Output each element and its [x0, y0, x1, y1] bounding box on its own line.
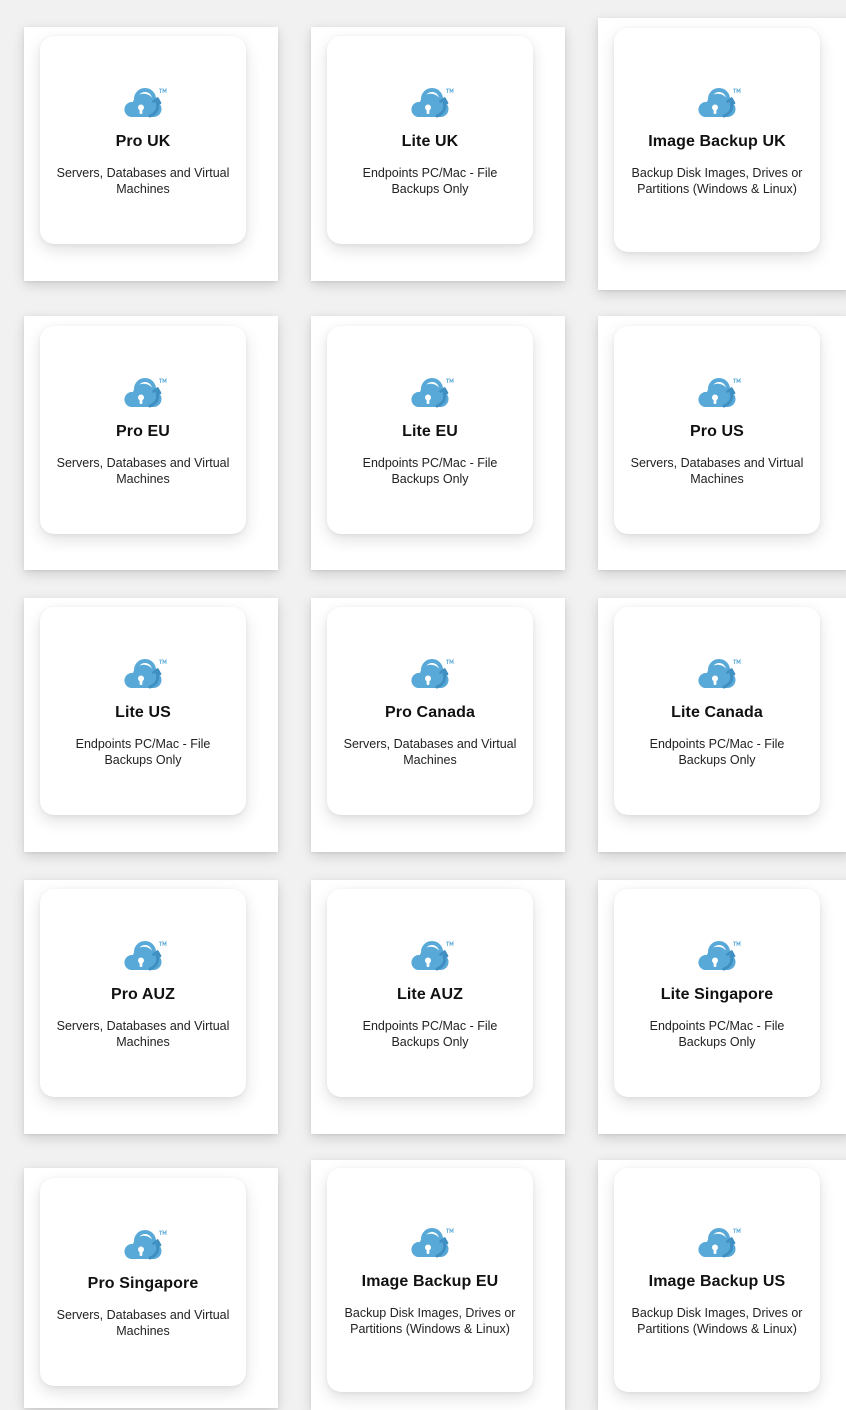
plan-description: Endpoints PC/Mac - File Backups Only	[75, 737, 211, 767]
cloud-lock-icon	[124, 658, 167, 689]
cloud-lock-icon	[124, 1229, 167, 1260]
plan-description: Backup Disk Images, Drives or Partitions…	[631, 1306, 803, 1336]
plan-title: Lite US	[115, 704, 171, 721]
plan-description: Endpoints PC/Mac - File Backups Only	[362, 166, 498, 196]
plan-description: Servers, Databases and Virtual Machines	[56, 1308, 230, 1338]
plan-card-lite-canada[interactable]: Lite Canada Endpoints PC/Mac - File Back…	[614, 607, 820, 815]
plan-title: Lite UK	[401, 133, 459, 150]
plan-title: Image Backup UK	[648, 133, 786, 150]
cloud-lock-icon	[124, 87, 167, 118]
cloud-lock-icon	[124, 940, 167, 971]
cloud-lock-icon	[698, 1227, 741, 1258]
plan-title: Lite Canada	[671, 704, 763, 721]
plan-card-pro-us[interactable]: Pro US Servers, Databases and Virtual Ma…	[614, 326, 820, 534]
cloud-lock-icon	[411, 1227, 454, 1258]
plan-card-pro-uk[interactable]: Pro UK Servers, Databases and Virtual Ma…	[40, 36, 246, 244]
plan-title: Pro Canada	[385, 704, 475, 721]
plan-card-pro-auz[interactable]: Pro AUZ Servers, Databases and Virtual M…	[40, 889, 246, 1097]
plan-description: Endpoints PC/Mac - File Backups Only	[362, 1019, 498, 1049]
plan-card-lite-uk[interactable]: Lite UK Endpoints PC/Mac - File Backups …	[327, 36, 533, 244]
plan-title: Lite Singapore	[660, 986, 774, 1003]
plan-description: Servers, Databases and Virtual Machines	[630, 456, 804, 486]
plan-card-pro-singapore[interactable]: Pro Singapore Servers, Databases and Vir…	[40, 1178, 246, 1386]
plan-title: Pro UK	[115, 133, 171, 150]
plan-card-lite-us[interactable]: Lite US Endpoints PC/Mac - File Backups …	[40, 607, 246, 815]
cloud-lock-icon	[698, 940, 741, 971]
plan-title: Lite AUZ	[397, 986, 463, 1003]
plan-description: Endpoints PC/Mac - File Backups Only	[649, 737, 785, 767]
cloud-lock-icon	[698, 87, 741, 118]
plan-card-image-backup-eu[interactable]: Image Backup EU Backup Disk Images, Driv…	[327, 1168, 533, 1392]
plan-card-image-backup-uk[interactable]: Image Backup UK Backup Disk Images, Driv…	[614, 28, 820, 252]
plan-card-image-backup-us[interactable]: Image Backup US Backup Disk Images, Driv…	[614, 1168, 820, 1392]
cloud-lock-icon	[698, 377, 741, 408]
plan-description: Backup Disk Images, Drives or Partitions…	[344, 1306, 516, 1336]
plan-description: Servers, Databases and Virtual Machines	[343, 737, 517, 767]
plan-title: Pro EU	[116, 423, 170, 440]
plan-card-lite-singapore[interactable]: Lite Singapore Endpoints PC/Mac - File B…	[614, 889, 820, 1097]
plan-description: Backup Disk Images, Drives or Partitions…	[631, 166, 803, 196]
plan-description: Servers, Databases and Virtual Machines	[56, 166, 230, 196]
plan-title: Pro US	[690, 423, 744, 440]
cloud-lock-icon	[124, 377, 167, 408]
cloud-lock-icon	[411, 87, 454, 118]
cloud-lock-icon	[411, 940, 454, 971]
plan-card-lite-eu[interactable]: Lite EU Endpoints PC/Mac - File Backups …	[327, 326, 533, 534]
plan-title: Image Backup EU	[361, 1273, 499, 1290]
cloud-lock-icon	[411, 658, 454, 689]
plan-title: Lite EU	[402, 423, 458, 440]
plan-title: Pro Singapore	[87, 1275, 199, 1292]
plan-card-lite-auz[interactable]: Lite AUZ Endpoints PC/Mac - File Backups…	[327, 889, 533, 1097]
plan-card-pro-eu[interactable]: Pro EU Servers, Databases and Virtual Ma…	[40, 326, 246, 534]
plan-grid: Pro UK Servers, Databases and Virtual Ma…	[0, 0, 846, 1410]
plan-description: Endpoints PC/Mac - File Backups Only	[649, 1019, 785, 1049]
cloud-lock-icon	[698, 658, 741, 689]
plan-description: Servers, Databases and Virtual Machines	[56, 1019, 230, 1049]
plan-description: Endpoints PC/Mac - File Backups Only	[362, 456, 498, 486]
cloud-lock-icon	[411, 377, 454, 408]
plan-description: Servers, Databases and Virtual Machines	[56, 456, 230, 486]
plan-title: Image Backup US	[648, 1273, 786, 1290]
plan-title: Pro AUZ	[110, 986, 176, 1003]
plan-card-pro-canada[interactable]: Pro Canada Servers, Databases and Virtua…	[327, 607, 533, 815]
